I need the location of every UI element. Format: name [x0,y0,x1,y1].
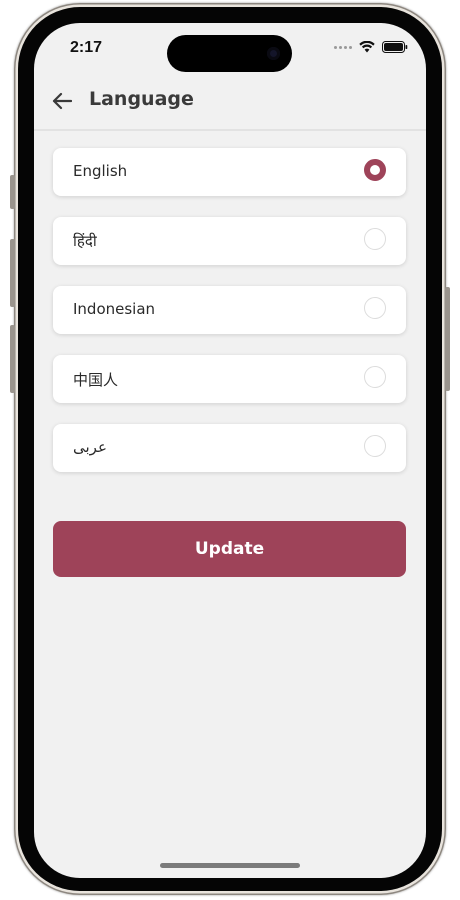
language-option-arabic[interactable]: عربى [53,424,406,472]
arrow-left-icon [52,92,72,110]
radio-button[interactable] [364,297,386,319]
volume-up-button [10,239,15,307]
back-button[interactable] [50,89,74,113]
camera-icon [267,47,280,60]
page-title: Language [89,88,194,110]
status-time: 2:17 [70,39,103,56]
radio-button-selected[interactable] [364,159,386,181]
signal-dots-icon [334,45,352,49]
home-indicator[interactable] [160,863,300,868]
action-button [10,175,15,209]
update-button[interactable]: Update [53,521,406,577]
status-bar: 2:17 [34,23,426,75]
app-header: Language [34,75,426,131]
language-label: हिंदी [73,232,97,250]
wifi-icon [359,41,375,53]
language-option-hindi[interactable]: हिंदी [53,217,406,265]
language-option-chinese[interactable]: 中国人 [53,355,406,403]
language-label: Indonesian [73,300,156,318]
radio-button[interactable] [364,228,386,250]
volume-down-button [10,325,15,393]
language-list: English हिंदी Indonesian 中国人 عربى [53,148,406,493]
language-label: 中国人 [73,371,119,389]
language-option-english[interactable]: English [53,148,406,196]
language-option-indonesian[interactable]: Indonesian [53,286,406,334]
language-label: English [73,162,128,180]
radio-button[interactable] [364,366,386,388]
dynamic-island [167,35,292,72]
battery-icon [382,41,408,53]
radio-button[interactable] [364,435,386,457]
language-label: عربى [73,438,107,456]
power-button [445,287,450,391]
status-icons [334,41,408,53]
app-screen: 2:17 Language English हिंदी Indonesian 中… [34,23,426,878]
